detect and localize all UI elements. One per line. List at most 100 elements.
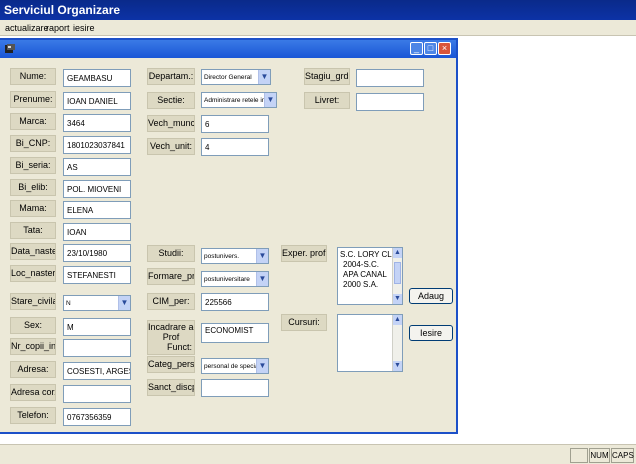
vech-munc-input[interactable]: 6: [201, 115, 269, 133]
sectie-label: Sectie:: [147, 92, 195, 109]
minimize-button[interactable]: _: [410, 42, 423, 55]
telefon-label: Telefon:: [10, 407, 56, 424]
studii-select[interactable]: postunivers. ▼: [201, 248, 269, 264]
sex-label: Sex:: [10, 317, 56, 334]
vech-munc-label: Vech_munc:: [147, 115, 195, 132]
chevron-down-icon[interactable]: ▼: [256, 359, 268, 373]
sex-input[interactable]: M: [63, 318, 131, 336]
adresa-input[interactable]: COSESTI, ARGES: [63, 362, 131, 380]
chevron-down-icon[interactable]: ▼: [264, 93, 276, 107]
nume-input[interactable]: GEAMBASU: [63, 69, 131, 87]
categ-pers-label: Categ_pers:: [147, 356, 195, 373]
loc-nastere-input[interactable]: STEFANESTI: [63, 266, 131, 284]
studii-label: Studii:: [147, 245, 195, 262]
scroll-thumb[interactable]: [394, 262, 401, 284]
departam-select[interactable]: Director General ▼: [201, 69, 271, 85]
cim-per-label: CIM_per:: [147, 293, 195, 310]
exper-prof-scrollbar[interactable]: ▲ ▼: [392, 248, 402, 304]
cursuri-memo[interactable]: ▲ ▼: [337, 314, 403, 372]
livret-input[interactable]: [356, 93, 424, 111]
departam-value: Director General: [204, 74, 252, 81]
scroll-down-icon[interactable]: ▼: [393, 361, 402, 371]
bi-elib-label: Bi_elib:: [10, 179, 56, 196]
chevron-down-icon[interactable]: ▼: [118, 296, 130, 310]
adaug-button[interactable]: Adaug: [409, 288, 453, 304]
status-panel-empty: [570, 448, 588, 463]
chevron-down-icon[interactable]: ▼: [256, 272, 268, 286]
num-lock-indicator: NUM: [589, 448, 610, 463]
stagiu-grd-input[interactable]: [356, 69, 424, 87]
stare-civila-label: Stare_civila:: [10, 293, 56, 310]
formare-prof-label: Formare_prof: [147, 268, 195, 285]
vech-unit-input[interactable]: 4: [201, 138, 269, 156]
chevron-down-icon[interactable]: ▼: [256, 249, 268, 263]
exper-prof-label: Exper. prof:: [281, 245, 327, 262]
form-app-icon: [5, 44, 15, 53]
sanct-discp-input[interactable]: [201, 379, 269, 397]
data-nastere-input[interactable]: 23/10/1980: [63, 244, 131, 262]
chevron-down-icon[interactable]: ▼: [258, 70, 270, 84]
menu-iesire[interactable]: iesire: [73, 20, 95, 36]
adresa-label: Adresa:: [10, 361, 56, 378]
incadrare-label-line1: Incadrare act.: [148, 322, 194, 332]
nr-copii-input[interactable]: [63, 339, 131, 357]
bi-seria-input[interactable]: AS: [63, 158, 131, 176]
stare-civila-select[interactable]: N ▼: [63, 295, 131, 311]
nr-copii-label: Nr_copii_intr:: [10, 338, 56, 355]
incadrare-label-line3: Funct:: [166, 342, 192, 352]
incadrare-label-line2: Prof: [162, 332, 180, 342]
caps-lock-indicator: CAPS: [611, 448, 634, 463]
bi-cnp-label: Bi_CNP:: [10, 135, 56, 152]
menu-actualizare[interactable]: actualizare: [5, 20, 49, 36]
adresa-cor-input[interactable]: [63, 385, 131, 403]
prenume-input[interactable]: IOAN DANIEL: [63, 92, 131, 110]
marca-input[interactable]: 3464: [63, 114, 131, 132]
app-titlebar: Serviciul Organizare: [0, 0, 636, 20]
marca-label: Marca:: [10, 113, 56, 130]
tata-input[interactable]: IOAN: [63, 223, 131, 241]
vech-unit-label: Vech_unit:: [147, 138, 195, 155]
scroll-up-icon[interactable]: ▲: [393, 315, 402, 325]
mama-label: Mama:: [10, 200, 56, 217]
iesire-button[interactable]: Iesire: [409, 325, 453, 341]
scroll-down-icon[interactable]: ▼: [393, 294, 402, 304]
data-nastere-label: Data_nastere: [10, 243, 56, 260]
incadrare-label: Incadrare act. Prof Funct:: [147, 320, 195, 355]
bi-cnp-input[interactable]: 1801023037841: [63, 136, 131, 154]
stagiu-grd-label: Stagiu_grd:: [304, 68, 350, 85]
status-bar: NUM CAPS: [0, 444, 636, 464]
close-button[interactable]: ×: [438, 42, 451, 55]
categ-pers-select[interactable]: personal de specialit ▼: [201, 358, 269, 374]
formare-prof-value: postuniversitare: [204, 276, 250, 283]
departam-label: Departam.:: [147, 68, 195, 85]
nume-label: Nume:: [10, 68, 56, 85]
categ-pers-value: personal de specialit: [204, 363, 264, 370]
tata-label: Tata:: [10, 222, 56, 239]
prenume-label: Prenume:: [10, 91, 56, 108]
maximize-button[interactable]: □: [424, 42, 437, 55]
cursuri-label: Cursuri:: [281, 314, 327, 331]
menu-raport[interactable]: raport: [46, 20, 70, 36]
loc-nastere-label: Loc_nastere:: [10, 265, 56, 282]
cim-per-input[interactable]: 225566: [201, 293, 269, 311]
form-titlebar[interactable]: _ □ ×: [0, 40, 456, 58]
incadrare-input[interactable]: ECONOMIST: [201, 323, 269, 343]
bi-elib-input[interactable]: POL. MIOVENI: [63, 180, 131, 198]
adresa-cor-label: Adresa cor.:: [10, 384, 56, 401]
employee-form-window: _ □ × Nume: GEAMBASU Prenume: IOAN DANIE…: [0, 38, 458, 434]
app-title: Serviciul Organizare: [4, 3, 121, 17]
bi-seria-label: Bi_seria:: [10, 157, 56, 174]
scroll-up-icon[interactable]: ▲: [393, 248, 402, 258]
formare-prof-select[interactable]: postuniversitare ▼: [201, 271, 269, 287]
telefon-input[interactable]: 0767356359: [63, 408, 131, 426]
cursuri-scrollbar[interactable]: ▲ ▼: [392, 315, 402, 371]
mama-input[interactable]: ELENA: [63, 201, 131, 219]
menu-bar: actualizare raport iesire: [0, 20, 636, 36]
sanct-discp-label: Sanct_discp:: [147, 379, 195, 396]
sectie-value: Administrare retele info: [204, 97, 271, 104]
exper-prof-memo[interactable]: S.C. LORY CL 2004-S.C. APA CANAL 2000 S.…: [337, 247, 403, 305]
sectie-select[interactable]: Administrare retele info ▼: [201, 92, 277, 108]
livret-label: Livret:: [304, 92, 350, 109]
studii-value: postunivers.: [204, 253, 240, 260]
stare-civila-value: N: [66, 300, 71, 307]
